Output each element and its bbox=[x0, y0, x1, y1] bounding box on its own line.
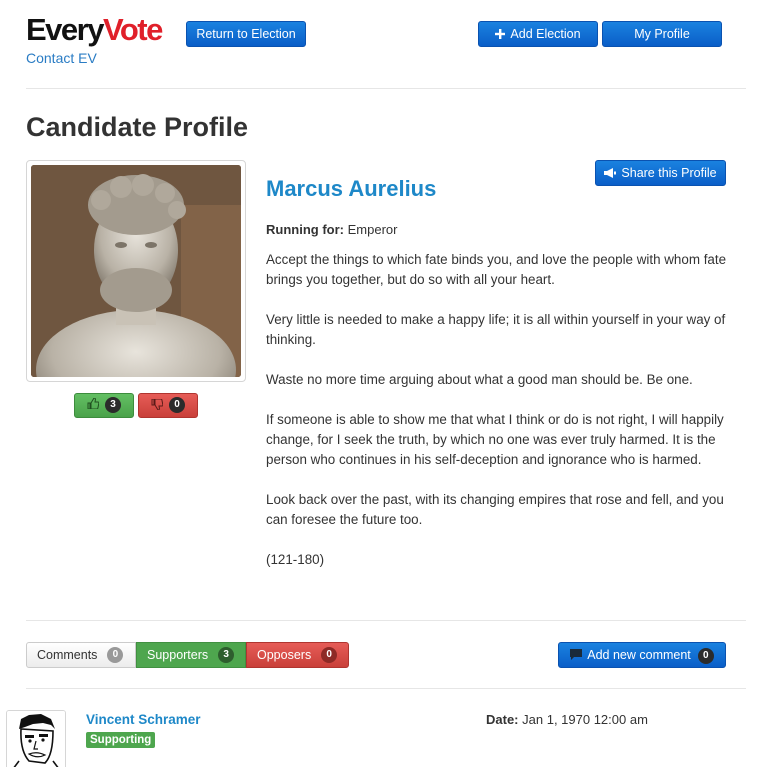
running-for-label: Running for: bbox=[266, 222, 344, 237]
bio-paragraph: Waste no more time arguing about what a … bbox=[266, 372, 693, 387]
like-count: 3 bbox=[105, 397, 122, 414]
candidate-name: Marcus Aurelius bbox=[266, 176, 437, 201]
thumbs-down-icon bbox=[151, 398, 166, 411]
return-to-election-label: Return to Election bbox=[196, 27, 296, 41]
add-comment-label: Add new comment bbox=[587, 648, 691, 662]
add-comment-button[interactable]: Add new comment 0 bbox=[558, 642, 726, 668]
comment-date-value: Jan 1, 1970 12:00 am bbox=[522, 712, 648, 727]
tab-opposers[interactable]: Opposers 0 bbox=[246, 642, 349, 668]
comment-date-label: Date: bbox=[486, 712, 519, 727]
logo-vote-text: Vote bbox=[102, 12, 163, 47]
logo-every-text: Every bbox=[26, 12, 104, 47]
bio-paragraph: If someone is able to show me that what … bbox=[266, 412, 724, 467]
tab-supporters-label: Supporters bbox=[147, 648, 209, 662]
comment-icon bbox=[570, 643, 583, 667]
comments-divider bbox=[26, 688, 746, 689]
share-profile-label: Share this Profile bbox=[621, 166, 717, 180]
tab-comments[interactable]: Comments 0 bbox=[26, 642, 136, 668]
my-profile-button[interactable]: My Profile bbox=[602, 21, 722, 47]
comment-date: Date: Jan 1, 1970 12:00 am bbox=[486, 712, 648, 727]
everyvote-logo[interactable]: EveryVote bbox=[26, 8, 168, 52]
thumbs-up-icon bbox=[87, 397, 102, 411]
status-badge: Supporting bbox=[86, 732, 156, 748]
candidate-photo-frame bbox=[26, 160, 246, 382]
bio-paragraph: Very little is needed to make a happy li… bbox=[266, 312, 726, 347]
running-for-value: Emperor bbox=[347, 222, 398, 237]
commenter-name[interactable]: Vincent Schramer bbox=[86, 712, 201, 727]
section-divider bbox=[26, 620, 746, 621]
add-election-button[interactable]: Add Election bbox=[478, 21, 598, 47]
tab-comments-count: 0 bbox=[107, 647, 124, 663]
dislike-count: 0 bbox=[169, 397, 186, 414]
plus-icon bbox=[495, 22, 506, 46]
dislike-button[interactable]: 0 bbox=[138, 393, 198, 418]
share-profile-button[interactable]: Share this Profile bbox=[595, 160, 726, 186]
bio-paragraph: Look back over the past, with its changi… bbox=[266, 492, 724, 527]
my-profile-label: My Profile bbox=[634, 27, 690, 41]
candidate-photo bbox=[31, 165, 241, 377]
add-comment-count: 0 bbox=[697, 647, 714, 664]
tab-opposers-count: 0 bbox=[321, 647, 338, 663]
candidate-bio: Accept the things to which fate binds yo… bbox=[266, 250, 738, 590]
megaphone-icon bbox=[604, 161, 617, 185]
page-title: Candidate Profile bbox=[26, 112, 249, 142]
tab-comments-label: Comments bbox=[37, 648, 98, 662]
bio-paragraph: Accept the things to which fate binds yo… bbox=[266, 252, 727, 287]
contact-link[interactable]: Contact EV bbox=[26, 50, 97, 66]
tab-supporters-count: 3 bbox=[218, 647, 235, 663]
like-button[interactable]: 3 bbox=[74, 393, 134, 418]
tab-supporters[interactable]: Supporters 3 bbox=[136, 642, 246, 668]
avatar[interactable] bbox=[6, 710, 66, 767]
add-election-label: Add Election bbox=[510, 27, 581, 41]
comment-tabs: Comments 0 Supporters 3 Opposers 0 bbox=[26, 642, 349, 668]
return-to-election-button[interactable]: Return to Election bbox=[186, 21, 306, 47]
tab-opposers-label: Opposers bbox=[257, 648, 312, 662]
bio-paragraph: (121-180) bbox=[266, 552, 325, 567]
running-for: Running for: Emperor bbox=[266, 222, 397, 237]
header-divider bbox=[26, 88, 746, 89]
